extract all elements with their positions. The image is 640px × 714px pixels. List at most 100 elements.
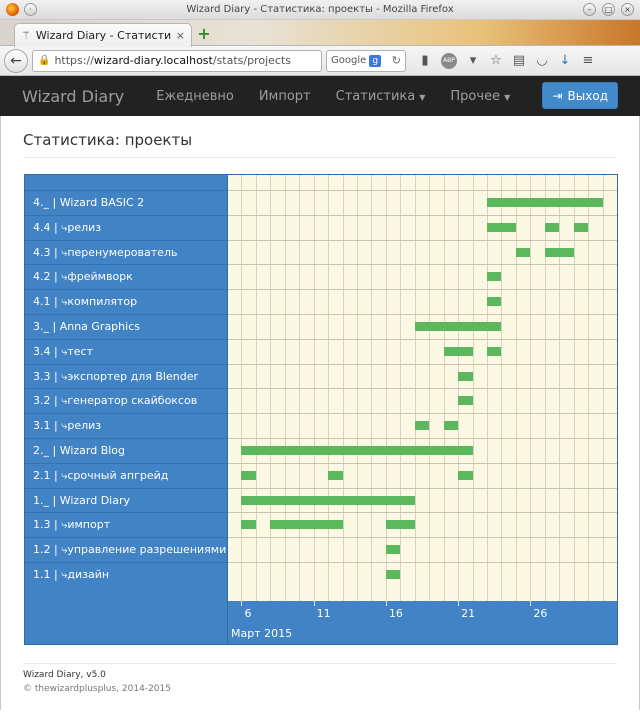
- gantt-row-label: 3._ | Anna Graphics: [25, 314, 227, 338]
- x-tick-label: 26: [533, 607, 548, 620]
- page-content: Статистика: проекты Март 2015 4._ | Wiza…: [0, 116, 640, 710]
- reload-icon[interactable]: ↻: [392, 54, 401, 67]
- reading-list-icon[interactable]: ▤: [512, 53, 526, 68]
- x-tick-label: 11: [316, 607, 331, 620]
- window-title: Wizard Diary - Статистика: проекты - Moz…: [186, 3, 454, 15]
- grid-hline: [227, 537, 617, 539]
- window-menu-icon[interactable]: ·: [24, 3, 37, 16]
- projects-gantt-chart: Март 2015 4._ | Wizard BASIC 2 4.4 | ⤷рел…: [24, 174, 618, 645]
- x-tick-mark: [241, 601, 243, 606]
- download-icon[interactable]: ↓: [558, 53, 572, 68]
- gantt-row-label: 2._ | Wizard Blog: [25, 438, 227, 462]
- grid-hline: [227, 264, 617, 266]
- browser-toolbar: ← 🔒 https://wizard-diary.localhost/stats…: [0, 46, 640, 76]
- grid-hline: [227, 413, 617, 415]
- gantt-bar: [270, 520, 343, 530]
- gantt-row-label: 1._ | Wizard Diary: [25, 487, 227, 512]
- x-tick-mark: [458, 601, 460, 606]
- search-engine-icon[interactable]: g: [369, 54, 382, 67]
- pocket-icon[interactable]: ◡: [535, 53, 549, 68]
- gantt-bar: [385, 545, 401, 555]
- close-tab-icon[interactable]: ×: [176, 29, 185, 42]
- wand-icon: ⚚: [21, 29, 31, 42]
- grid-hline: [227, 239, 617, 241]
- gantt-bar: [241, 470, 256, 480]
- grid-hline: [227, 562, 617, 563]
- footer-divider: [23, 663, 617, 664]
- x-tick-label: 6: [244, 607, 252, 620]
- gantt-bar: [487, 346, 502, 356]
- gantt-row-label: 4._ | Wizard BASIC 2: [25, 190, 227, 214]
- footer-app-version: Wizard Diary, v5.0: [23, 670, 106, 680]
- tab-strip: ⚚ Wizard Diary - Статисти... × +: [0, 20, 640, 47]
- window-titlebar: · Wizard Diary - Статистика: проекты - M…: [0, 0, 640, 20]
- gantt-bar: [414, 322, 502, 331]
- x-tick-label: 21: [461, 607, 476, 620]
- search-box[interactable]: Google g ↻: [326, 49, 406, 72]
- nav-statistics-dropdown[interactable]: Статистика ▼: [336, 89, 426, 104]
- gantt-row-label: 3.4 | ⤷тест: [25, 338, 227, 363]
- tab-label: Wizard Diary - Статисти...: [35, 29, 172, 42]
- menu-icon[interactable]: ≡: [581, 53, 595, 68]
- grid-hline: [227, 487, 617, 489]
- minimize-window-icon[interactable]: –: [583, 3, 596, 16]
- gantt-bar: [328, 470, 343, 480]
- firefox-logo-icon: [6, 3, 19, 16]
- gantt-bar: [443, 421, 459, 431]
- gantt-row-label: 4.4 | ⤷релиз: [25, 214, 227, 239]
- logout-button[interactable]: ⇥ Выход: [542, 82, 618, 109]
- gantt-row-label: 2.1 | ⤷срочный апгрейд: [25, 462, 227, 487]
- gantt-bar: [385, 520, 415, 530]
- gantt-bar: [544, 222, 560, 232]
- gantt-row-label: 1.2 | ⤷управление разрешениями: [25, 537, 227, 561]
- gantt-bar: [458, 371, 473, 381]
- bookmark-icon[interactable]: ▮: [418, 53, 432, 68]
- close-window-icon[interactable]: ×: [621, 3, 634, 16]
- gantt-bar: [487, 272, 502, 282]
- nav-import[interactable]: Импорт: [259, 89, 311, 104]
- x-tick-mark: [385, 601, 387, 606]
- logout-label: Выход: [567, 88, 608, 103]
- footer-copyright: © thewizardplusplus, 2014-2015: [23, 684, 171, 694]
- plot-left-border: [227, 175, 228, 644]
- gantt-bar: [458, 396, 473, 406]
- caret-down-icon: ▼: [504, 92, 511, 102]
- logout-icon: ⇥: [552, 88, 563, 103]
- bookmark-star-icon[interactable]: ☆: [489, 53, 503, 68]
- gantt-bar: [241, 446, 473, 455]
- back-arrow-icon[interactable]: ←: [4, 48, 28, 73]
- dropdown-arrow-icon[interactable]: ▾: [466, 53, 480, 68]
- address-bar[interactable]: 🔒 https://wizard-diary.localhost/stats/p…: [32, 49, 322, 72]
- gantt-bar: [241, 495, 415, 505]
- gantt-bar: [487, 222, 516, 232]
- page-title: Статистика: проекты: [23, 131, 193, 149]
- gantt-bar: [241, 520, 256, 530]
- gantt-bar: [544, 247, 574, 257]
- x-tick-mark: [530, 601, 532, 606]
- gantt-row-label: 4.3 | ⤷перенумерователь: [25, 239, 227, 264]
- gantt-bar: [385, 570, 401, 579]
- gantt-bar: [515, 247, 531, 257]
- nav-other-dropdown[interactable]: Прочее ▼: [450, 89, 510, 104]
- adblock-icon[interactable]: ABP: [441, 52, 457, 69]
- gantt-bar: [443, 346, 473, 356]
- maximize-window-icon[interactable]: □: [602, 3, 615, 16]
- grid-hline: [227, 289, 617, 291]
- brand-link[interactable]: Wizard Diary: [22, 87, 124, 106]
- gantt-row-label: 3.3 | ⤷экспортер для Blender: [25, 363, 227, 388]
- app-navbar: Wizard Diary Ежедневно Импорт Статистика…: [0, 76, 640, 116]
- x-tick-mark: [313, 601, 315, 606]
- gantt-bar: [414, 421, 430, 431]
- grid-hline: [227, 462, 617, 464]
- lock-icon: 🔒: [38, 55, 51, 66]
- tab-wizard-diary[interactable]: ⚚ Wizard Diary - Статисти... ×: [14, 23, 192, 47]
- caret-down-icon: ▼: [419, 92, 426, 102]
- new-tab-icon[interactable]: +: [196, 26, 212, 42]
- title-divider: [23, 157, 617, 158]
- gantt-row-label: 1.1 | ⤷дизайн: [25, 562, 227, 586]
- nav-daily[interactable]: Ежедневно: [156, 89, 234, 104]
- gantt-bar: [458, 470, 473, 480]
- grid-hline: [227, 190, 617, 191]
- gantt-row-label: 1.3 | ⤷импорт: [25, 512, 227, 536]
- month-label: Март 2015: [231, 627, 293, 640]
